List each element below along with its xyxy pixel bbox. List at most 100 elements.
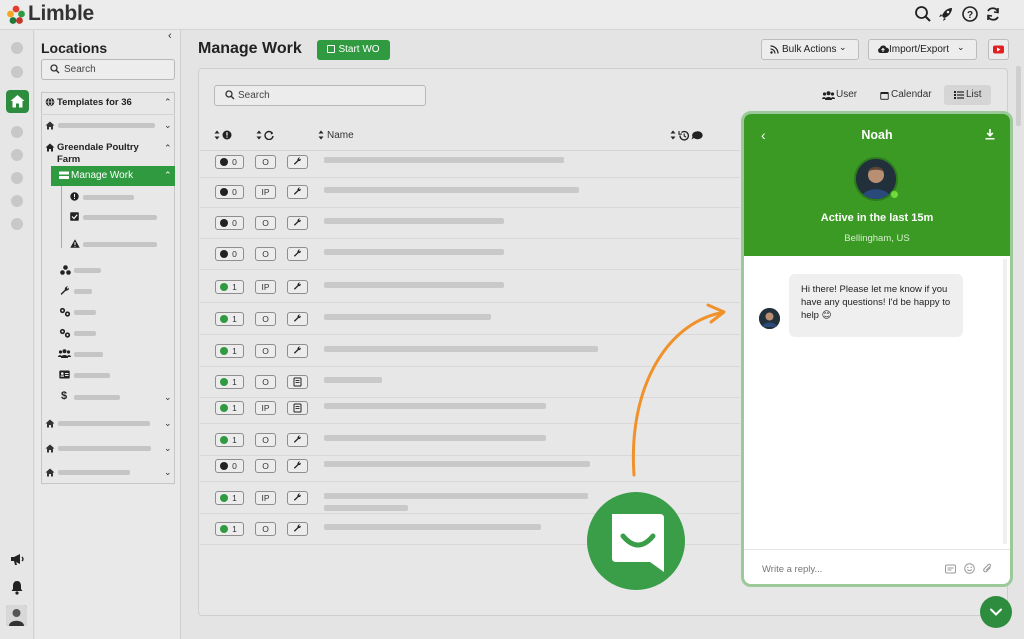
rail-nav-dot[interactable] [11, 172, 23, 184]
priority-count-badge[interactable]: 0 [215, 459, 244, 473]
tree-item-placeholder[interactable] [74, 331, 96, 336]
gif-icon[interactable] [945, 564, 956, 574]
user-avatar[interactable] [6, 605, 27, 626]
tree-item-placeholder[interactable] [74, 352, 103, 357]
status-badge[interactable]: O [255, 375, 276, 389]
tree-item-placeholder[interactable] [74, 373, 110, 378]
chevron-down-icon[interactable]: ⌄ [164, 120, 172, 131]
tree-item-placeholder[interactable] [74, 268, 101, 273]
status-badge[interactable]: IP [255, 185, 276, 199]
chevron-up-icon[interactable]: ⌃ [164, 97, 172, 108]
rail-nav-dot[interactable] [11, 149, 23, 161]
row-name-placeholder[interactable] [324, 282, 504, 288]
locations-search-input[interactable] [41, 59, 175, 80]
rail-nav-dot[interactable] [11, 218, 23, 230]
type-badge[interactable] [287, 344, 308, 358]
type-badge[interactable] [287, 491, 308, 505]
status-badge[interactable]: O [255, 459, 276, 473]
chevron-down-icon[interactable]: ⌄ [164, 443, 172, 454]
row-name-placeholder[interactable] [324, 493, 588, 499]
status-badge[interactable]: O [255, 247, 276, 261]
row-name-placeholder[interactable] [324, 157, 564, 163]
view-calendar-tab[interactable]: Calendar [891, 89, 932, 100]
priority-count-badge[interactable]: 1 [215, 312, 244, 326]
sort-status-column[interactable] [256, 130, 276, 140]
view-user-tab[interactable]: User [836, 89, 857, 100]
priority-count-badge[interactable]: 0 [215, 155, 244, 169]
priority-count-badge[interactable]: 1 [215, 522, 244, 536]
tree-item-placeholder[interactable] [58, 470, 130, 475]
chat-scrollbar[interactable] [1003, 259, 1007, 544]
download-icon[interactable] [984, 128, 996, 140]
type-badge[interactable] [287, 280, 308, 294]
tree-item-placeholder[interactable] [74, 289, 92, 294]
type-badge[interactable] [287, 401, 308, 415]
chevron-down-icon[interactable]: ⌄ [164, 467, 172, 478]
rail-nav-dot[interactable] [11, 195, 23, 207]
priority-count-badge[interactable]: 1 [215, 401, 244, 415]
status-badge[interactable]: IP [255, 491, 276, 505]
app-logo-text[interactable]: Limble [28, 2, 94, 26]
emoji-icon[interactable] [964, 563, 975, 574]
chat-reply-input[interactable]: Write a reply... [762, 564, 822, 575]
row-name-placeholder[interactable] [324, 524, 541, 530]
row-name-placeholder[interactable] [324, 377, 382, 383]
priority-count-badge[interactable]: 1 [215, 375, 244, 389]
row-name-placeholder[interactable] [324, 505, 408, 511]
status-badge[interactable]: IP [255, 280, 276, 294]
row-name-placeholder[interactable] [324, 435, 546, 441]
type-badge[interactable] [287, 375, 308, 389]
chevron-up-icon[interactable]: ⌃ [164, 143, 172, 154]
status-badge[interactable]: O [255, 216, 276, 230]
row-name-placeholder[interactable] [324, 346, 598, 352]
scroll-down-button[interactable] [980, 596, 1012, 628]
tree-item-placeholder[interactable] [58, 421, 150, 426]
priority-count-badge[interactable]: 1 [215, 491, 244, 505]
collapse-panel-icon[interactable]: ‹ [168, 30, 172, 42]
type-badge[interactable] [287, 247, 308, 261]
tree-item-placeholder[interactable] [58, 446, 151, 451]
type-badge[interactable] [287, 433, 308, 447]
search-icon[interactable] [914, 5, 932, 23]
column-header-name[interactable]: Name [327, 130, 354, 141]
tree-item-placeholder[interactable] [58, 123, 155, 128]
priority-count-badge[interactable]: 0 [215, 185, 244, 199]
type-badge[interactable] [287, 459, 308, 473]
tree-item-placeholder[interactable] [83, 195, 134, 200]
youtube-button[interactable] [988, 39, 1009, 60]
tree-item-templates[interactable]: Templates for 36 [57, 97, 132, 108]
sort-priority-column[interactable] [214, 130, 234, 140]
start-wo-button[interactable]: Start WO [317, 40, 390, 60]
sort-activity-column[interactable] [670, 130, 712, 141]
status-badge[interactable]: O [255, 522, 276, 536]
type-badge[interactable] [287, 155, 308, 169]
help-icon[interactable]: ? [961, 5, 979, 23]
type-badge[interactable] [287, 216, 308, 230]
status-badge[interactable]: O [255, 312, 276, 326]
tree-item-placeholder[interactable] [83, 215, 157, 220]
status-badge[interactable]: O [255, 344, 276, 358]
type-badge[interactable] [287, 312, 308, 326]
priority-count-badge[interactable]: 1 [215, 344, 244, 358]
page-scrollbar[interactable] [1016, 66, 1021, 126]
type-badge[interactable] [287, 522, 308, 536]
status-badge[interactable]: O [255, 155, 276, 169]
sort-name-icon[interactable] [318, 130, 324, 140]
priority-count-badge[interactable]: 1 [215, 433, 244, 447]
rail-nav-dot[interactable] [11, 66, 23, 78]
tree-item-farm[interactable]: Greendale Poultry Farm [57, 142, 157, 166]
row-name-placeholder[interactable] [324, 314, 491, 320]
priority-count-badge[interactable]: 0 [215, 216, 244, 230]
megaphone-icon[interactable] [9, 552, 25, 566]
limble-logo-icon[interactable] [6, 5, 26, 25]
type-badge[interactable] [287, 185, 308, 199]
status-badge[interactable]: O [255, 433, 276, 447]
bell-icon[interactable] [10, 580, 24, 595]
chat-launcher-button[interactable] [587, 492, 685, 590]
rail-nav-dot[interactable] [11, 42, 23, 54]
row-name-placeholder[interactable] [324, 218, 504, 224]
row-name-placeholder[interactable] [324, 187, 579, 193]
tree-item-placeholder[interactable] [74, 310, 96, 315]
attachment-icon[interactable] [982, 563, 993, 574]
tree-item-placeholder[interactable] [83, 242, 157, 247]
